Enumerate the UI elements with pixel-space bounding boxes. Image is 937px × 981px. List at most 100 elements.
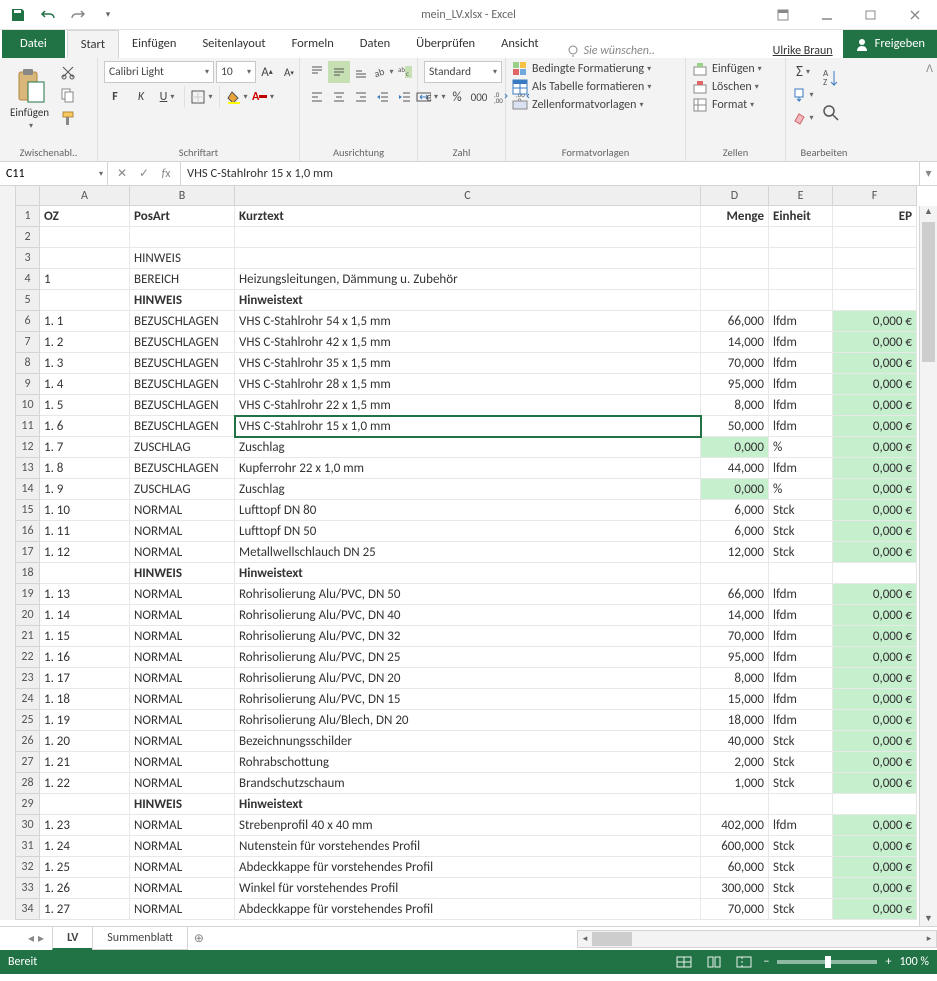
worksheet[interactable]: ABCDEF1OZPosArtKurztextMengeEinheitEP23H… bbox=[0, 186, 937, 926]
cell[interactable]: OZ bbox=[40, 206, 130, 227]
align-top-icon[interactable] bbox=[306, 61, 328, 83]
cell[interactable]: 0,000 € bbox=[833, 857, 917, 878]
cell[interactable]: 1. 5 bbox=[40, 395, 130, 416]
cell[interactable]: Menge bbox=[701, 206, 769, 227]
cell[interactable]: BEREICH bbox=[130, 269, 235, 290]
cell[interactable]: 0,000 € bbox=[833, 668, 917, 689]
cell[interactable]: HINWEIS bbox=[130, 563, 235, 584]
cell[interactable]: NORMAL bbox=[130, 542, 235, 563]
number-format-combo[interactable]: Standard▾ bbox=[424, 61, 502, 83]
cell[interactable] bbox=[701, 290, 769, 311]
cell[interactable]: VHS C-Stahlrohr 54 x 1,5 mm bbox=[235, 311, 701, 332]
cell[interactable]: 0,000 € bbox=[833, 311, 917, 332]
select-all-corner[interactable] bbox=[16, 186, 40, 206]
cell[interactable]: Kurztext bbox=[235, 206, 701, 227]
cell[interactable]: 1. 8 bbox=[40, 458, 130, 479]
cell[interactable]: NORMAL bbox=[130, 773, 235, 794]
collapse-ribbon-icon[interactable]: ᐱ bbox=[926, 62, 933, 75]
cell[interactable]: VHS C-Stahlrohr 35 x 1,5 mm bbox=[235, 353, 701, 374]
cell[interactable]: 402,000 bbox=[701, 815, 769, 836]
cell[interactable]: Rohrabschottung bbox=[235, 752, 701, 773]
redo-icon[interactable] bbox=[64, 2, 92, 28]
cell[interactable] bbox=[701, 269, 769, 290]
font-name-combo[interactable]: Calibri Light▾ bbox=[104, 61, 214, 83]
cell[interactable] bbox=[769, 290, 833, 311]
cell[interactable]: 70,000 bbox=[701, 353, 769, 374]
zoom-out-icon[interactable]: − bbox=[763, 955, 769, 969]
cell[interactable]: 1. 13 bbox=[40, 584, 130, 605]
row-header-28[interactable]: 28 bbox=[16, 773, 40, 794]
cell[interactable]: 0,000 € bbox=[833, 479, 917, 500]
row-header-2[interactable]: 2 bbox=[16, 227, 40, 248]
row-header-29[interactable]: 29 bbox=[16, 794, 40, 815]
cell[interactable]: 1. 26 bbox=[40, 878, 130, 899]
col-header-D[interactable]: D bbox=[701, 186, 769, 206]
cell[interactable]: Bezeichnungsschilder bbox=[235, 731, 701, 752]
cell[interactable]: 1. 10 bbox=[40, 500, 130, 521]
row-header-24[interactable]: 24 bbox=[16, 689, 40, 710]
zoom-in-icon[interactable]: + bbox=[885, 955, 891, 969]
cell[interactable]: 600,000 bbox=[701, 836, 769, 857]
cell[interactable]: 0,000 € bbox=[833, 815, 917, 836]
cell[interactable]: lfdm bbox=[769, 374, 833, 395]
name-box[interactable]: ▾ bbox=[0, 162, 108, 185]
wrap-text-icon[interactable]: abc bbox=[394, 61, 416, 83]
cell[interactable]: Nutenstein für vorstehendes Profil bbox=[235, 836, 701, 857]
cell[interactable]: lfdm bbox=[769, 584, 833, 605]
cell[interactable]: 95,000 bbox=[701, 647, 769, 668]
zoom-slider[interactable] bbox=[777, 960, 877, 964]
row-header-31[interactable]: 31 bbox=[16, 836, 40, 857]
cell[interactable]: HINWEIS bbox=[130, 290, 235, 311]
cell[interactable]: BEZUSCHLAGEN bbox=[130, 332, 235, 353]
cell[interactable]: NORMAL bbox=[130, 668, 235, 689]
cell[interactable]: % bbox=[769, 437, 833, 458]
cell[interactable]: NORMAL bbox=[130, 521, 235, 542]
cell[interactable]: lfdm bbox=[769, 689, 833, 710]
cell[interactable]: 1. 15 bbox=[40, 626, 130, 647]
cell[interactable]: 1. 9 bbox=[40, 479, 130, 500]
insert-cells-button[interactable]: Einfügen▾ bbox=[692, 61, 762, 77]
fill-icon[interactable]: ▾ bbox=[792, 84, 814, 106]
share-button[interactable]: Freigeben bbox=[843, 30, 937, 58]
cell[interactable]: Rohrisolierung Alu/PVC, DN 40 bbox=[235, 605, 701, 626]
cell[interactable]: lfdm bbox=[769, 668, 833, 689]
cell[interactable]: Rohrisolierung Alu/PVC, DN 50 bbox=[235, 584, 701, 605]
format-painter-icon[interactable] bbox=[57, 107, 79, 129]
cell[interactable]: Stck bbox=[769, 500, 833, 521]
cell[interactable]: VHS C-Stahlrohr 22 x 1,5 mm bbox=[235, 395, 701, 416]
cell[interactable]: 300,000 bbox=[701, 878, 769, 899]
cell[interactable] bbox=[235, 248, 701, 269]
cell[interactable]: Stck bbox=[769, 878, 833, 899]
row-header-18[interactable]: 18 bbox=[16, 563, 40, 584]
cell[interactable]: Rohrisolierung Alu/Blech, DN 20 bbox=[235, 710, 701, 731]
row-header-4[interactable]: 4 bbox=[16, 269, 40, 290]
cell[interactable]: Stck bbox=[769, 773, 833, 794]
row-header-1[interactable]: 1 bbox=[16, 206, 40, 227]
cell[interactable]: 50,000 bbox=[701, 416, 769, 437]
cell[interactable] bbox=[701, 248, 769, 269]
increase-font-icon[interactable]: A▴ bbox=[256, 61, 278, 83]
cell[interactable]: lfdm bbox=[769, 605, 833, 626]
cell[interactable]: Lufttopf DN 50 bbox=[235, 521, 701, 542]
cell[interactable]: 0,000 € bbox=[833, 731, 917, 752]
cell[interactable]: Hinweistext bbox=[235, 290, 701, 311]
cell[interactable]: 1. 17 bbox=[40, 668, 130, 689]
normal-view-icon[interactable] bbox=[673, 953, 695, 971]
sheet-nav[interactable]: ◂▸ bbox=[20, 931, 52, 946]
cell[interactable]: 0,000 € bbox=[833, 437, 917, 458]
cell[interactable] bbox=[833, 794, 917, 815]
cell[interactable] bbox=[833, 563, 917, 584]
fill-color-icon[interactable]: ▾ bbox=[226, 86, 248, 108]
cell[interactable]: 0,000 € bbox=[833, 374, 917, 395]
cell[interactable] bbox=[833, 248, 917, 269]
cell[interactable]: 66,000 bbox=[701, 584, 769, 605]
col-header-A[interactable]: A bbox=[40, 186, 130, 206]
cell[interactable]: Kupferrohr 22 x 1,0 mm bbox=[235, 458, 701, 479]
cell[interactable]: 0,000 € bbox=[833, 521, 917, 542]
orientation-icon[interactable]: ab▾ bbox=[372, 61, 394, 83]
tab-view[interactable]: Ansicht bbox=[488, 30, 551, 58]
cell[interactable]: 0,000 bbox=[701, 479, 769, 500]
cell[interactable]: 8,000 bbox=[701, 395, 769, 416]
cell[interactable]: BEZUSCHLAGEN bbox=[130, 374, 235, 395]
cell[interactable]: Hinweistext bbox=[235, 794, 701, 815]
